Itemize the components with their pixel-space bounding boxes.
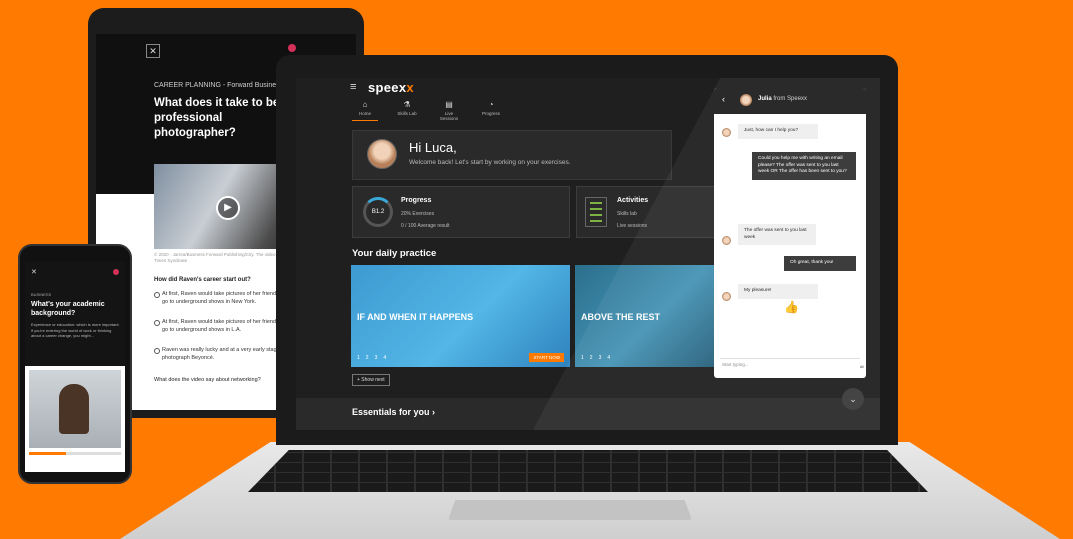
greeting: Hi Luca, xyxy=(409,140,457,155)
phone-video[interactable] xyxy=(29,370,121,448)
nav-progress[interactable]: ◔ Progress xyxy=(478,100,504,121)
activities-title: Activities xyxy=(617,197,649,204)
flag-icon[interactable] xyxy=(288,44,296,52)
close-icon[interactable]: ✕ xyxy=(31,268,37,276)
nav-live-sessions[interactable]: ▤ Live Sessions xyxy=(436,100,462,121)
chat-header: ‹ Julia from Speexx xyxy=(714,88,866,114)
lesson-title: What does it take to be a professional p… xyxy=(154,97,289,139)
practice-tile[interactable]: ABOVE THE REST 1234 xyxy=(575,265,715,367)
progress-average: 0 / 100 Average result xyxy=(401,223,450,229)
video-progress-bar[interactable] xyxy=(29,452,121,455)
tutor-avatar xyxy=(722,236,731,245)
thumbs-up-icon[interactable]: 👍 xyxy=(784,300,799,314)
play-icon[interactable]: ▶ xyxy=(216,196,240,220)
chat-input-placeholder: Start typing... xyxy=(722,362,749,367)
avatar xyxy=(367,139,397,169)
phone-title: What's your academic background? xyxy=(31,301,105,317)
attach-icon[interactable]: ⌀ xyxy=(860,364,863,370)
lab-icon: ⚗ xyxy=(403,100,411,109)
progress-card[interactable]: B1.2 Progress 20% Exercises 0 / 100 Aver… xyxy=(352,186,570,238)
scroll-down-button[interactable]: ⌄ xyxy=(842,388,864,410)
show-next-button[interactable]: + Show next xyxy=(352,374,390,386)
welcome-card: Hi Luca, Welcome back! Let's start by wo… xyxy=(352,130,672,180)
close-icon[interactable]: ✕ xyxy=(146,44,160,58)
checklist-icon xyxy=(585,197,607,227)
essentials-heading: Essentials for you › xyxy=(352,407,436,417)
welcome-text: Welcome back! Let's start by working on … xyxy=(409,159,571,166)
trackpad xyxy=(448,500,692,520)
speaker-image xyxy=(59,384,89,434)
main-nav: ⌂ Home ⚗ Skills Lab ▤ Live Sessions ◔ Progre… xyxy=(352,100,504,121)
phone-category: BUSINESS xyxy=(31,292,52,297)
tile-title: ABOVE THE REST xyxy=(581,312,661,322)
nav-home[interactable]: ⌂ Home xyxy=(352,100,378,121)
progress-title: Progress xyxy=(401,197,432,204)
tutor-avatar xyxy=(722,292,731,301)
nav-skills-lab[interactable]: ⚗ Skills Lab xyxy=(394,100,420,121)
tutor-avatar xyxy=(722,128,731,137)
practice-tile[interactable]: IF AND WHEN IT HAPPENS 1234 START NOW xyxy=(351,265,570,367)
speexx-logo: speexx xyxy=(368,80,414,95)
tutor-avatar xyxy=(740,94,752,106)
chat-message: Could you help me with writing an email … xyxy=(752,152,856,180)
tile-steps: 1234 xyxy=(357,355,387,361)
chat-message: Oh great, thank you! xyxy=(784,256,856,271)
back-icon[interactable]: ‹ xyxy=(722,94,725,104)
flag-icon[interactable] xyxy=(113,269,119,275)
level-ring: B1.2 xyxy=(363,197,393,227)
question-text-2: What does the video say about networking… xyxy=(154,377,261,383)
progress-exercises: 20% Exercises xyxy=(401,211,435,217)
progress-icon: ◔ xyxy=(488,100,494,109)
chat-message: Just, how can I help you? xyxy=(738,124,818,139)
tile-steps: 1234 xyxy=(581,355,611,361)
daily-practice-heading: Your daily practice xyxy=(352,248,437,259)
chat-message: The offer was sent to you last week xyxy=(738,224,816,245)
laptop-screen: ≡ speexx ⌂ Home ⚗ Skills Lab ▤ Live Session… xyxy=(296,78,880,430)
keyboard xyxy=(248,450,928,492)
activities-live-sessions[interactable]: Live sessions xyxy=(617,223,647,229)
chat-message: My pleasure! xyxy=(738,284,818,299)
phone-screen: ✕ BUSINESS What's your academic backgrou… xyxy=(25,262,125,472)
chat-input[interactable]: Start typing... ▭ ☺ ⌀ xyxy=(720,358,865,372)
question-text: How did Raven's career start out? xyxy=(154,277,251,283)
phone-device: ✕ BUSINESS What's your academic backgrou… xyxy=(18,244,132,484)
tile-title: IF AND WHEN IT HAPPENS xyxy=(357,312,474,322)
phone-description: Experience or education: which is more i… xyxy=(31,322,119,338)
home-icon: ⌂ xyxy=(362,100,368,109)
essentials-section[interactable]: Essentials for you › xyxy=(296,398,880,430)
activities-skills-lab[interactable]: Skills lab xyxy=(617,211,637,217)
tutor-name: Julia from Speexx xyxy=(758,96,808,102)
start-now-button[interactable]: START NOW xyxy=(529,353,564,362)
calendar-icon: ▤ xyxy=(445,100,453,109)
menu-icon[interactable]: ≡ xyxy=(350,81,356,93)
activities-card[interactable]: Activities Skills lab Live sessions xyxy=(576,186,726,238)
chat-panel: ‹ Julia from Speexx Just, how can I help… xyxy=(714,88,866,378)
